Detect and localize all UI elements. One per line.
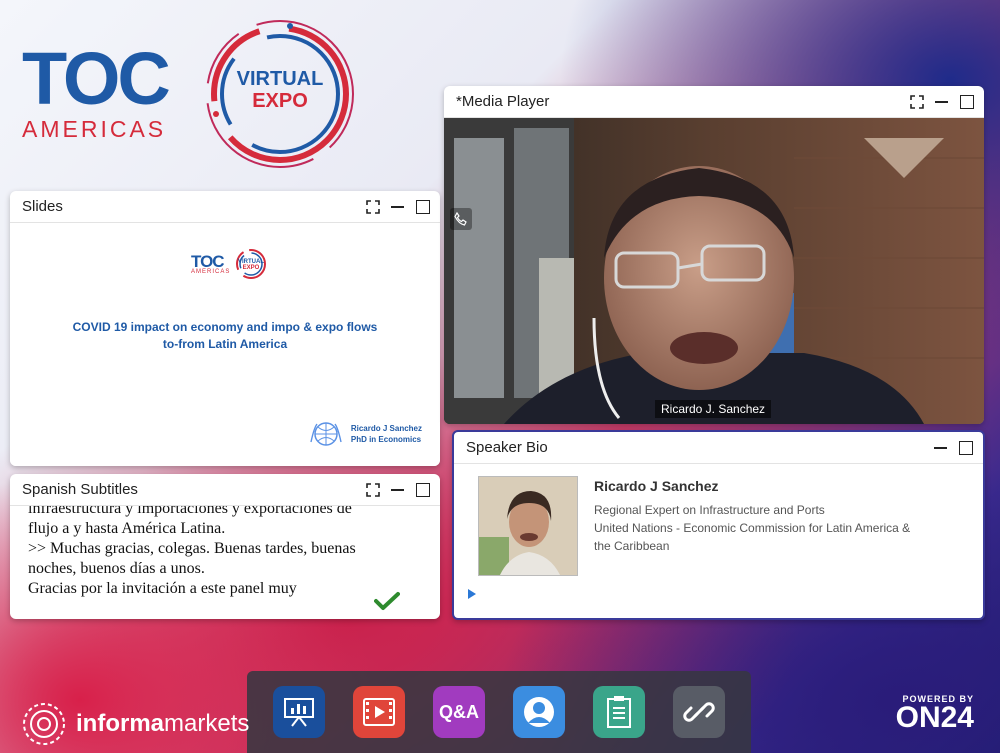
subtitle-line: >> Muchas gracias, colegas. Buenas tarde… <box>28 540 356 557</box>
expand-triangle-icon[interactable] <box>466 588 478 600</box>
media-player-panel: *Media Player Ricardo J. Sanchez <box>444 86 984 424</box>
speaker-bio-icon[interactable] <box>513 686 565 738</box>
slide-logo-americas: AMERICAS <box>191 268 231 275</box>
informa-ring-icon <box>23 703 65 745</box>
speaker-role-line: United Nations - Economic Commission for… <box>594 521 911 535</box>
informa-bold-text: informa <box>76 710 165 737</box>
bio-panel-header[interactable]: Speaker Bio <box>454 432 983 464</box>
subtitles-body[interactable]: infraestructura y importaciones y export… <box>10 506 440 619</box>
media-player-icon[interactable] <box>353 686 405 738</box>
slide-toc-logo: TOC AMERICAS VIRTUAL EXPO <box>191 247 269 281</box>
subtitles-panel: Spanish Subtitles infraestructura y impo… <box>10 474 440 619</box>
slide-presenter-name: Ricardo J Sanchez <box>350 424 422 433</box>
slides-icon[interactable] <box>273 686 325 738</box>
fullscreen-icon[interactable] <box>365 482 380 497</box>
subtitles-panel-title: Spanish Subtitles <box>22 481 138 498</box>
subtitle-line: infraestructura y importaciones y export… <box>28 506 352 517</box>
subtitles-text: infraestructura y importaciones y export… <box>28 506 422 599</box>
media-panel-header[interactable]: *Media Player <box>444 86 984 118</box>
slide-logo-toc: TOC <box>191 251 225 271</box>
maximize-icon[interactable] <box>415 482 430 497</box>
resources-link-icon[interactable] <box>673 686 725 738</box>
speaker-photo <box>478 476 578 576</box>
fullscreen-icon[interactable] <box>365 199 380 214</box>
speaker-bio-panel: Speaker Bio Ricardo J Sanchez Regional E… <box>452 430 985 620</box>
video-stream[interactable]: Ricardo J. Sanchez <box>444 118 984 424</box>
on24-name-text: ON24 <box>895 701 974 734</box>
slides-panel-title: Slides <box>22 198 63 215</box>
slides-panel: Slides TOC AMERICAS VIRTUAL EXPO COVID 1… <box>10 191 440 466</box>
speaker-role-line: the Caribbean <box>594 539 670 553</box>
qa-label: Q&A <box>439 701 479 722</box>
minimize-icon[interactable] <box>934 94 949 109</box>
subtitle-line: Gracias por la invitación a este panel m… <box>28 580 297 597</box>
informa-light-text: markets <box>164 710 250 737</box>
minimize-icon[interactable] <box>390 199 405 214</box>
speaker-role-line: Regional Expert on Infrastructure and Po… <box>594 503 825 517</box>
minimize-icon[interactable] <box>933 440 948 455</box>
slide-expo-ring-icon: VIRTUAL EXPO <box>236 249 267 279</box>
subtitle-line: noches, buenos días a unos. <box>28 560 205 577</box>
slide-heading-line1: COVID 19 impact on economy and impo & ex… <box>72 320 378 334</box>
virtual-expo-badge: VIRTUAL EXPO <box>196 14 364 174</box>
maximize-icon[interactable] <box>415 199 430 214</box>
subtitles-panel-header[interactable]: Spanish Subtitles <box>10 474 440 506</box>
slide-heading-line2: to-from Latin America <box>162 337 288 351</box>
speaker-role: Regional Expert on Infrastructure and Po… <box>594 501 964 555</box>
toc-americas-logo: TOC AMERICAS <box>22 37 182 143</box>
fullscreen-icon[interactable] <box>909 94 924 109</box>
on24-logo: POWERED BY ON24 <box>895 694 974 734</box>
slide-content: TOC AMERICAS VIRTUAL EXPO COVID 19 impac… <box>10 223 440 466</box>
slide-presenter: Ricardo J Sanchez PhD in Economics <box>307 418 422 450</box>
notes-icon[interactable] <box>593 686 645 738</box>
checkmark-icon[interactable] <box>374 591 400 611</box>
un-emblem-icon <box>310 422 342 446</box>
subtitle-line: flujo a y hasta América Latina. <box>28 520 226 537</box>
slide-presenter-degree: PhD in Economics <box>350 435 422 444</box>
slide-logo-expo: EXPO <box>243 265 260 271</box>
maximize-icon[interactable] <box>959 94 974 109</box>
qa-icon[interactable]: Q&A <box>433 686 485 738</box>
speaker-video-frame <box>444 118 984 424</box>
expo-line-virtual: VIRTUAL <box>236 68 324 90</box>
bio-content: Ricardo J Sanchez Regional Expert on Inf… <box>454 464 983 618</box>
slides-panel-header[interactable]: Slides <box>10 191 440 223</box>
speaker-name-tag: Ricardo J. Sanchez <box>655 400 772 418</box>
toc-logo-sub: AMERICAS <box>22 116 167 142</box>
minimize-icon[interactable] <box>390 482 405 497</box>
maximize-icon[interactable] <box>958 440 973 455</box>
bio-panel-title: Speaker Bio <box>466 439 548 456</box>
toc-logo-word: TOC <box>22 37 171 120</box>
slide-heading: COVID 19 impact on economy and impo & ex… <box>30 319 420 353</box>
widget-dock: Q&A <box>247 671 751 753</box>
expo-line-expo: EXPO <box>252 90 308 112</box>
speaker-name: Ricardo J Sanchez <box>594 478 719 494</box>
informa-markets-logo: informamarkets <box>20 700 249 748</box>
phone-call-icon[interactable] <box>450 208 472 230</box>
media-panel-title: *Media Player <box>456 93 550 110</box>
